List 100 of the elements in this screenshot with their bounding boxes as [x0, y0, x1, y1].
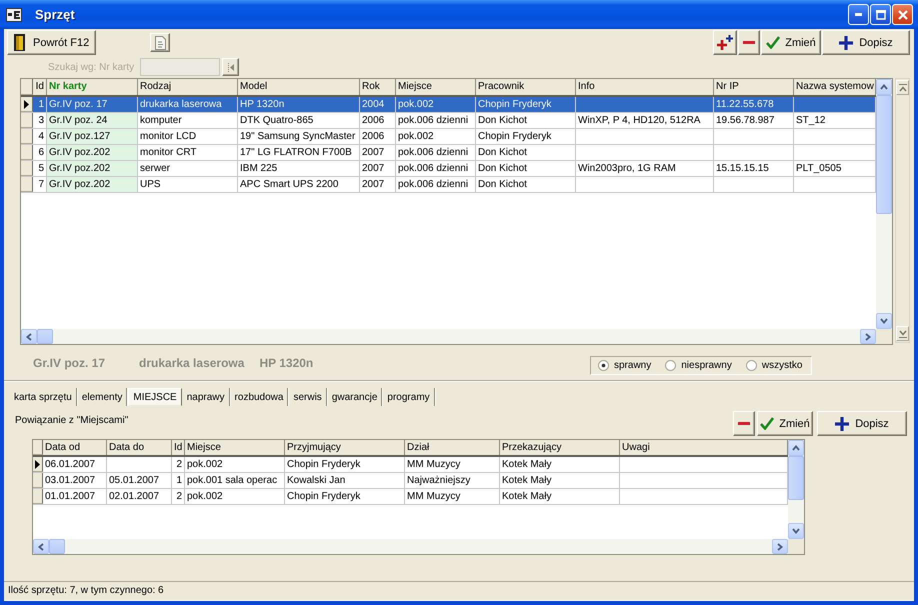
tab[interactable]: rozbudowa	[230, 388, 288, 406]
column-header[interactable]: Miejsce	[396, 79, 476, 95]
table-row[interactable]: 7 Gr.IV poz.202 UPS APC Smart UPS 2200 2007 pok.006 dzienni Don Kichot	[21, 177, 876, 193]
document-button[interactable]	[150, 33, 170, 52]
table-cell: pok.006 dzienni	[396, 113, 476, 128]
table-row[interactable]: 6 Gr.IV poz.202 monitor CRT 17" LG FLATRON F700B 2007 pok.006 dzienni Don Kichot	[21, 145, 876, 161]
edit-button[interactable]: Zmień	[761, 30, 821, 55]
table-row[interactable]: 1 Gr.IV poz. 17 drukarka laserowa HP 1320n 2004 pok.002 Chopin Fryderyk 11.22.55.678	[21, 97, 876, 113]
scroll-up-button[interactable]	[876, 79, 892, 95]
caret-left-icon	[228, 62, 234, 72]
check-icon	[766, 36, 780, 49]
add-multiple-button[interactable]	[713, 30, 737, 55]
scroll-right-button[interactable]	[772, 539, 788, 554]
minimize-button[interactable]	[848, 4, 869, 25]
close-icon	[898, 10, 908, 20]
maximize-button[interactable]	[870, 4, 891, 25]
table-cell: MM Muzycy	[405, 457, 500, 472]
plus-icon	[835, 416, 850, 430]
table-cell: 02.01.2007	[107, 489, 172, 504]
table-cell: Gr.IV poz.202	[47, 145, 138, 160]
vertical-scrollbar[interactable]	[876, 79, 892, 329]
table-cell: Chopin Fryderyk	[285, 489, 405, 504]
chevron-up-icon	[898, 84, 906, 92]
status-filter-option[interactable]: sprawny	[598, 360, 652, 371]
table-cell: 2	[172, 457, 185, 472]
column-header[interactable]: Data od	[43, 440, 107, 455]
table-cell: 11.22.55.678	[714, 97, 794, 112]
tab[interactable]: MIEJSCE	[128, 388, 182, 406]
column-header[interactable]: Przyjmujący	[285, 440, 405, 455]
add-button[interactable]: Dopisz	[817, 411, 907, 436]
table-row[interactable]: 5 Gr.IV poz.202 serwer IBM 225 2007 pok.006 dzienni Don Kichot Win2003pro, 1G RAM 15.15.15.15 PLT_0505	[21, 161, 876, 177]
table-cell: Kotek Mały	[500, 473, 620, 488]
table-cell: 19" Samsung SyncMaster	[238, 129, 360, 144]
horizontal-scrollbar[interactable]	[21, 329, 876, 344]
column-header[interactable]: Nr IP	[714, 79, 794, 95]
scroll-top-button[interactable]	[896, 80, 909, 95]
column-header[interactable]: Dział	[405, 440, 500, 455]
scrollbar-corner	[876, 329, 892, 344]
table-row[interactable]: 06.01.2007 2 pok.002 Chopin Fryderyk MM Muzycy Kotek Mały	[33, 457, 788, 473]
side-scrollbar[interactable]	[895, 78, 910, 343]
scrollbar-thumb[interactable]	[876, 95, 892, 214]
table-cell: Kotek Mały	[500, 489, 620, 504]
column-header[interactable]: Pracownik	[476, 79, 576, 95]
column-header[interactable]: Przekazujący	[500, 440, 620, 455]
horizontal-scrollbar[interactable]	[33, 539, 788, 554]
record-summary-text: HP 1320n	[259, 356, 314, 370]
table-cell: 19.56.78.987	[714, 113, 794, 128]
remove-button[interactable]	[733, 411, 755, 436]
back-button[interactable]: Powrót F12	[7, 30, 96, 55]
column-header[interactable]: Miejsce	[185, 440, 285, 455]
table-cell: 06.01.2007	[43, 457, 107, 472]
minus-icon	[743, 41, 755, 44]
vertical-scrollbar[interactable]	[788, 440, 804, 539]
add-button[interactable]: Dopisz	[822, 30, 910, 55]
status-filter-option[interactable]: wszystko	[746, 360, 802, 371]
edit-button[interactable]: Zmień	[757, 411, 813, 436]
table-cell: 2007	[360, 145, 396, 160]
table-cell: WinXP, P 4, HD120, 512RA	[576, 113, 714, 128]
column-header[interactable]: Rok	[360, 79, 396, 95]
column-header[interactable]: Model	[238, 79, 360, 95]
tab[interactable]: gwarancje	[328, 388, 382, 406]
tab[interactable]: elementy	[78, 388, 128, 406]
tab[interactable]: programy	[383, 388, 435, 406]
table-cell: pok.002	[396, 129, 476, 144]
status-filter-option[interactable]: niesprawny	[665, 360, 732, 371]
row-selector[interactable]	[21, 97, 33, 112]
scroll-down-button[interactable]	[876, 313, 892, 329]
scrollbar-thumb[interactable]	[49, 539, 65, 554]
scroll-left-button[interactable]	[21, 329, 37, 344]
tab[interactable]: serwis	[289, 388, 327, 406]
scroll-bottom-button[interactable]	[896, 326, 909, 341]
column-header[interactable]: Info	[576, 79, 714, 95]
table-row[interactable]: 3 Gr.IV poz. 24 komputer DTK Quatro-865 2006 pok.006 dzienni Don Kichot WinXP, P 4, HD120, 512RA 19.56.78.987 ST_12	[21, 113, 876, 129]
remove-button[interactable]	[738, 30, 760, 55]
chevron-right-icon	[865, 332, 871, 340]
table-row[interactable]: 4 Gr.IV poz.127 monitor LCD 19" Samsung SyncMaster 2006 pok.002 Chopin Fryderyk	[21, 129, 876, 145]
table-cell: Win2003pro, 1G RAM	[576, 161, 714, 176]
column-header[interactable]: Nr karty	[47, 79, 138, 95]
table-row[interactable]: 01.01.2007 02.01.2007 2 pok.002 Chopin Fryderyk MM Muzycy Kotek Mały	[33, 489, 788, 505]
scroll-up-button[interactable]	[788, 440, 804, 456]
column-header[interactable]: Data do	[107, 440, 172, 455]
table-row[interactable]: 03.01.2007 05.01.2007 1 pok.001 sala operac Kowalski Jan Najważniejszy Kotek Mały	[33, 473, 788, 489]
scrollbar-thumb[interactable]	[37, 329, 53, 344]
table-cell: Kowalski Jan	[285, 473, 405, 488]
scroll-left-button[interactable]	[33, 539, 49, 554]
search-label: Szukaj wg: Nr karty	[48, 62, 136, 72]
tab[interactable]: karta sprzętu	[10, 388, 77, 406]
row-selector[interactable]	[33, 457, 43, 472]
column-header[interactable]: Id	[172, 440, 185, 455]
column-header[interactable]: Rodzaj	[138, 79, 238, 95]
close-button[interactable]	[892, 4, 913, 25]
column-header[interactable]: Id	[33, 79, 47, 95]
scroll-down-button[interactable]	[788, 523, 804, 539]
table-cell: 1	[33, 97, 47, 112]
tab[interactable]: naprawy	[182, 388, 230, 406]
scroll-right-button[interactable]	[860, 329, 876, 344]
table-cell: pok.002	[185, 457, 285, 472]
scrollbar-thumb[interactable]	[788, 456, 804, 500]
table-cell: drukarka laserowa	[138, 97, 238, 112]
door-icon	[14, 34, 25, 51]
